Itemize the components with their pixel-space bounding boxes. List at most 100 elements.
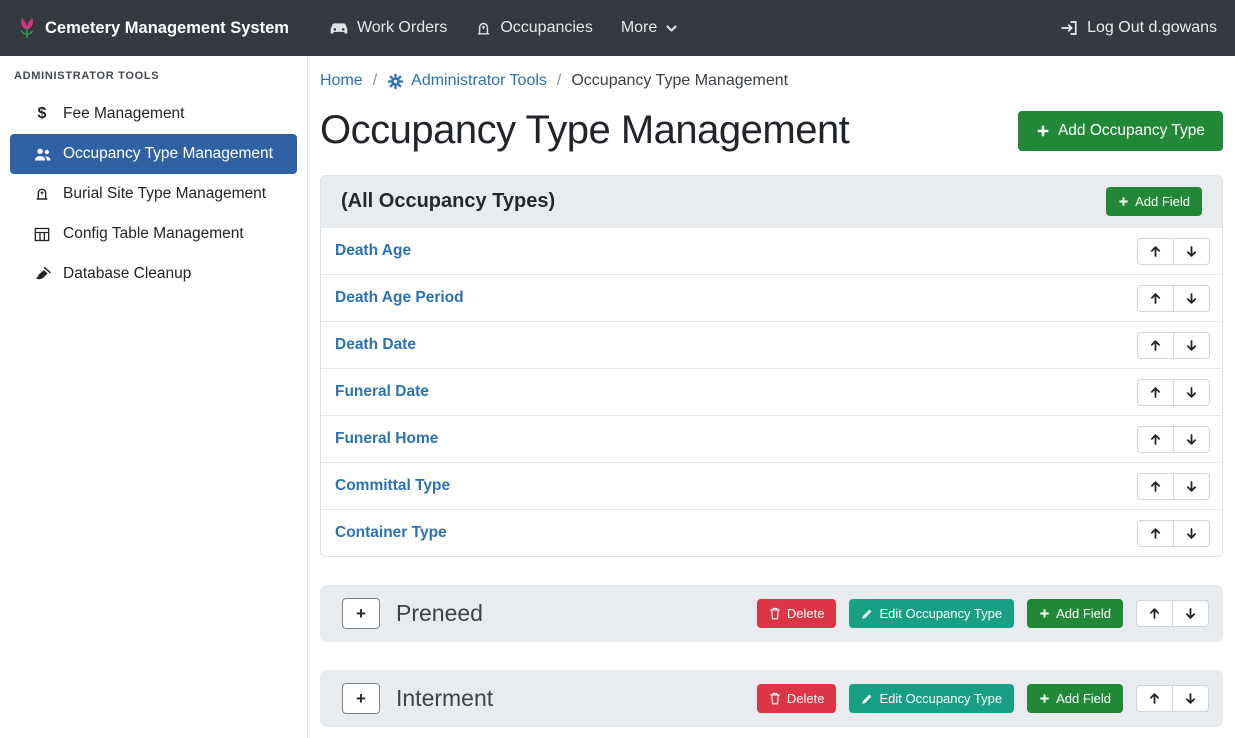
move-down-button[interactable]	[1173, 238, 1210, 265]
arrow-up-icon	[1149, 480, 1162, 493]
sidebar-item-burial-site-type-management[interactable]: Burial Site Type Management	[10, 174, 297, 214]
plus-icon: +	[356, 689, 366, 709]
field-link[interactable]: Death Date	[335, 336, 416, 354]
sidebar: Administrator Tools $ Fee Management Occ…	[0, 56, 308, 738]
field-row: Container Type	[321, 509, 1222, 556]
field-row: Death Date	[321, 321, 1222, 368]
move-up-button[interactable]	[1137, 238, 1174, 265]
edit-occupancy-type-label: Edit Occupancy Type	[879, 691, 1002, 706]
add-field-label: Add Field	[1135, 194, 1190, 209]
sidebar-item-config-table-management[interactable]: Config Table Management	[10, 214, 297, 254]
field-link[interactable]: Death Age	[335, 242, 411, 260]
expand-section-button[interactable]: +	[342, 598, 380, 629]
move-up-button[interactable]	[1137, 473, 1174, 500]
card-title: (All Occupancy Types)	[341, 190, 555, 213]
move-down-button[interactable]	[1173, 520, 1210, 547]
arrow-down-icon	[1185, 339, 1198, 352]
field-row: Death Age	[321, 227, 1222, 274]
field-link[interactable]: Container Type	[335, 524, 447, 542]
reorder-controls	[1137, 238, 1210, 265]
add-field-button[interactable]: Add Field	[1106, 187, 1202, 216]
add-field-button[interactable]: Add Field	[1027, 684, 1123, 713]
app-brand[interactable]: Cemetery Management System	[18, 15, 289, 41]
field-row: Death Age Period	[321, 274, 1222, 321]
app-title: Cemetery Management System	[45, 19, 289, 38]
plus-icon	[1036, 124, 1050, 138]
sidebar-item-label: Fee Management	[63, 105, 185, 123]
breadcrumb-separator: /	[557, 72, 561, 90]
arrow-up-icon	[1148, 607, 1161, 620]
move-down-button[interactable]	[1173, 473, 1210, 500]
nav-occupancies[interactable]: Occupancies	[461, 19, 607, 37]
arrow-up-icon	[1148, 692, 1161, 705]
delete-label: Delete	[787, 606, 825, 621]
move-up-button[interactable]	[1137, 379, 1174, 406]
field-row: Funeral Date	[321, 368, 1222, 415]
arrow-up-icon	[1149, 527, 1162, 540]
arrow-down-icon	[1185, 433, 1198, 446]
logout-label: Log Out d.gowans	[1087, 19, 1217, 37]
move-down-button[interactable]	[1173, 379, 1210, 406]
tulip-icon	[18, 15, 36, 41]
breadcrumb-admin-tools-label: Administrator Tools	[411, 72, 547, 90]
move-down-button[interactable]	[1172, 685, 1209, 712]
broom-icon	[32, 267, 52, 282]
edit-occupancy-type-button[interactable]: Edit Occupancy Type	[849, 599, 1014, 628]
table-icon	[32, 227, 52, 242]
arrow-down-icon	[1185, 386, 1198, 399]
nav-work-orders-label: Work Orders	[357, 19, 447, 37]
sidebar-item-occupancy-type-management[interactable]: Occupancy Type Management	[10, 134, 297, 174]
sidebar-item-fee-management[interactable]: $ Fee Management	[10, 94, 297, 134]
nav-more-label: More	[621, 19, 657, 37]
plus-icon: +	[356, 604, 366, 624]
chevron-down-icon	[665, 22, 678, 35]
nav-work-orders[interactable]: Work Orders	[315, 19, 461, 37]
breadcrumb: Home / Administrator Tools	[320, 72, 1223, 90]
sidebar-section-header: Administrator Tools	[10, 70, 297, 94]
add-field-button[interactable]: Add Field	[1027, 599, 1123, 628]
section-title: Interment	[396, 685, 741, 712]
sidebar-item-database-cleanup[interactable]: Database Cleanup	[10, 254, 297, 294]
main-content: Home / Administrator Tools	[308, 56, 1235, 738]
move-up-button[interactable]	[1137, 520, 1174, 547]
move-up-button[interactable]	[1136, 600, 1173, 627]
edit-occupancy-type-button[interactable]: Edit Occupancy Type	[849, 684, 1014, 713]
arrow-down-icon	[1184, 607, 1197, 620]
expand-section-button[interactable]: +	[342, 683, 380, 714]
plus-icon	[1039, 608, 1050, 619]
breadcrumb-admin-tools[interactable]: Administrator Tools	[387, 72, 547, 90]
delete-button[interactable]: Delete	[757, 684, 837, 713]
move-up-button[interactable]	[1137, 285, 1174, 312]
arrow-up-icon	[1149, 292, 1162, 305]
move-down-button[interactable]	[1172, 600, 1209, 627]
reorder-controls	[1137, 379, 1210, 406]
move-up-button[interactable]	[1136, 685, 1173, 712]
field-link[interactable]: Funeral Home	[335, 430, 438, 448]
field-link[interactable]: Committal Type	[335, 477, 450, 495]
add-occupancy-type-button[interactable]: Add Occupancy Type	[1018, 111, 1223, 151]
reorder-controls	[1137, 426, 1210, 453]
move-down-button[interactable]	[1173, 332, 1210, 359]
section-actions: Delete Edit Occupancy Type Add Field	[757, 684, 1209, 713]
nav-occupancies-label: Occupancies	[500, 19, 593, 37]
logout-button[interactable]: Log Out d.gowans	[1060, 19, 1217, 37]
delete-button[interactable]: Delete	[757, 599, 837, 628]
breadcrumb-separator: /	[373, 72, 377, 90]
plus-icon	[1118, 196, 1129, 207]
field-link[interactable]: Funeral Date	[335, 383, 429, 401]
move-up-button[interactable]	[1137, 426, 1174, 453]
sidebar-item-label: Database Cleanup	[63, 265, 191, 283]
field-link[interactable]: Death Age Period	[335, 289, 464, 307]
trash-icon	[769, 607, 781, 620]
arrow-down-icon	[1185, 480, 1198, 493]
move-up-button[interactable]	[1137, 332, 1174, 359]
reorder-controls	[1136, 600, 1209, 627]
breadcrumb-home[interactable]: Home	[320, 72, 363, 90]
move-down-button[interactable]	[1173, 285, 1210, 312]
sidebar-item-label: Config Table Management	[63, 225, 244, 243]
logout-icon	[1060, 20, 1078, 36]
section-title: Preneed	[396, 600, 741, 627]
top-navbar: Cemetery Management System Work Orders O…	[0, 0, 1235, 56]
move-down-button[interactable]	[1173, 426, 1210, 453]
nav-more[interactable]: More	[607, 19, 692, 37]
